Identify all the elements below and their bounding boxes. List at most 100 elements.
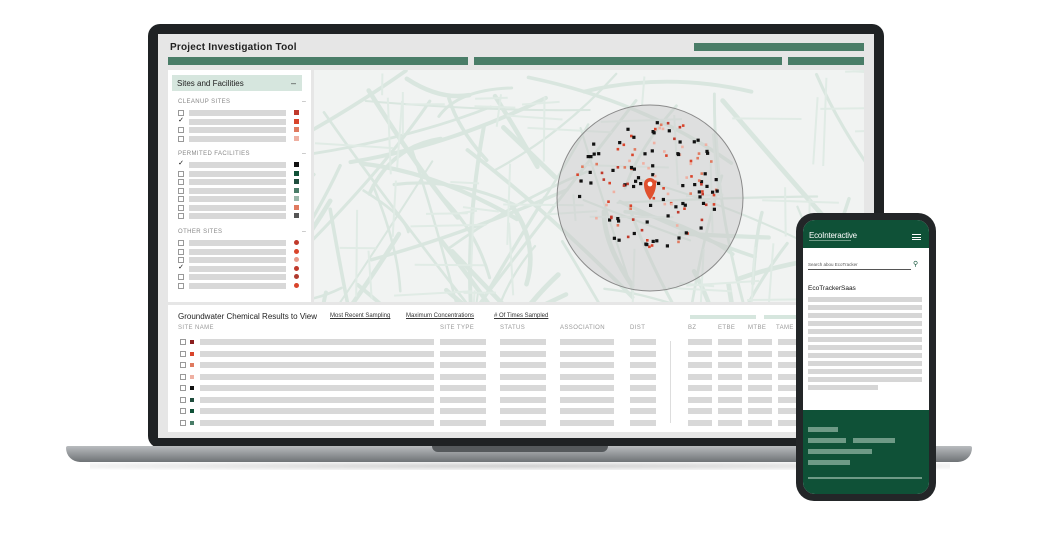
checkbox[interactable]: [178, 196, 184, 202]
layer-row[interactable]: [178, 204, 306, 212]
col-header-site-name[interactable]: SITE NAME: [178, 325, 214, 331]
layer-row[interactable]: [178, 109, 306, 117]
layer-row[interactable]: [178, 273, 306, 281]
chem-tab-1[interactable]: [690, 315, 756, 319]
table-row[interactable]: [180, 362, 860, 370]
table-row[interactable]: [180, 373, 860, 382]
table-row[interactable]: [180, 396, 860, 405]
table-cell: [440, 419, 486, 426]
row-checkbox[interactable]: [180, 362, 186, 368]
col-header-status[interactable]: STATUS: [500, 325, 525, 331]
layer-row[interactable]: [178, 282, 306, 290]
table-cell: [630, 385, 656, 391]
phone-search-input[interactable]: Search abou EcoTracker: [808, 262, 911, 270]
col-header-tame[interactable]: TAME: [776, 325, 794, 331]
layer-row[interactable]: [178, 170, 306, 178]
checkbox[interactable]: [178, 170, 184, 177]
footer-link[interactable]: [808, 438, 846, 443]
toolbar-button-top[interactable]: [694, 43, 864, 51]
checkbox[interactable]: [178, 213, 184, 219]
table-cell: [500, 385, 546, 391]
link-most-recent-sampling[interactable]: Most Recent Sampling: [330, 313, 390, 319]
ecointeractive-logo[interactable]: EcoInteractive: [809, 231, 857, 240]
site-marker: [645, 220, 649, 224]
check-icon[interactable]: ✓: [178, 160, 184, 168]
footer-link[interactable]: [808, 449, 872, 454]
collapse-icon[interactable]: –: [291, 78, 296, 88]
toolbar-tab-3[interactable]: [788, 57, 864, 65]
layer-row[interactable]: ✓: [178, 264, 306, 273]
site-marker: [701, 201, 706, 205]
col-header-mtbe[interactable]: MTBE: [748, 325, 766, 331]
table-row[interactable]: [180, 419, 860, 428]
row-checkbox[interactable]: [180, 408, 186, 414]
check-icon[interactable]: ✓: [178, 264, 184, 272]
section-collapse-icon[interactable]: –: [302, 228, 306, 235]
col-header-bz[interactable]: BZ: [688, 325, 696, 331]
row-checkbox[interactable]: [180, 373, 186, 380]
checkbox[interactable]: [178, 187, 184, 194]
row-checkbox[interactable]: [180, 385, 186, 391]
toolbar-tab-2[interactable]: [474, 57, 782, 65]
footer-link[interactable]: [808, 460, 850, 465]
layer-row[interactable]: [178, 256, 306, 264]
row-checkbox[interactable]: [180, 339, 186, 345]
site-marker: [700, 218, 704, 222]
layer-row[interactable]: [178, 187, 306, 195]
checkbox[interactable]: [178, 240, 184, 246]
row-checkbox[interactable]: [180, 396, 186, 403]
row-swatch: [190, 397, 194, 402]
toolbar-tab-1[interactable]: [168, 57, 468, 65]
site-marker: [715, 189, 719, 193]
layer-row[interactable]: [178, 135, 306, 143]
checkbox[interactable]: [178, 257, 184, 263]
col-header-dist[interactable]: DIST: [630, 325, 645, 331]
checkbox[interactable]: [178, 282, 184, 289]
layer-row[interactable]: [178, 178, 306, 186]
footer-link[interactable]: [853, 438, 895, 443]
table-cell: [688, 408, 712, 414]
checkbox[interactable]: [178, 248, 184, 255]
layer-row[interactable]: ✓: [178, 117, 306, 126]
legend-swatch: [294, 204, 299, 210]
checkbox[interactable]: [178, 110, 184, 116]
check-icon[interactable]: ✓: [178, 117, 184, 125]
row-checkbox[interactable]: [180, 419, 186, 426]
site-marker: [622, 143, 626, 147]
table-row[interactable]: [180, 408, 860, 416]
sidebar-header[interactable]: Sites and Facilities –: [172, 75, 302, 91]
layer-row[interactable]: [178, 195, 306, 203]
checkbox[interactable]: [178, 135, 184, 142]
layer-row[interactable]: [178, 239, 306, 247]
col-header-etbe[interactable]: ETBE: [718, 325, 735, 331]
site-marker: [678, 125, 682, 129]
checkbox[interactable]: [178, 179, 184, 185]
table-cell: [630, 396, 656, 403]
site-marker: [703, 172, 707, 176]
layer-row[interactable]: [178, 212, 306, 220]
table-row[interactable]: [180, 385, 860, 393]
link-maximum-concentrations[interactable]: Maximum Concentrations: [406, 313, 474, 319]
hamburger-menu-icon[interactable]: [912, 234, 921, 240]
side-street: [732, 117, 802, 120]
link-times-sampled[interactable]: # Of Times Sampled: [494, 313, 548, 319]
col-header-association[interactable]: ASSOCIATION: [560, 325, 605, 331]
col-header-site-type[interactable]: SITE TYPE: [440, 325, 474, 331]
layer-row[interactable]: ✓: [178, 160, 306, 169]
row-checkbox[interactable]: [180, 350, 186, 357]
footer-link[interactable]: [808, 427, 838, 432]
map-view[interactable]: [314, 70, 864, 302]
section-collapse-icon[interactable]: –: [302, 98, 306, 105]
checkbox[interactable]: [178, 127, 184, 133]
table-row[interactable]: [180, 350, 860, 359]
table-row[interactable]: [180, 339, 860, 347]
layer-row[interactable]: [178, 248, 306, 256]
search-icon[interactable]: ⚲: [913, 260, 918, 268]
map-canvas[interactable]: [314, 70, 864, 302]
table-cell: [748, 362, 772, 368]
sidebar-heading: Sites and Facilities: [177, 79, 244, 88]
layer-row[interactable]: [178, 126, 306, 134]
section-collapse-icon[interactable]: –: [302, 150, 306, 157]
checkbox[interactable]: [178, 274, 184, 280]
checkbox[interactable]: [178, 204, 184, 211]
